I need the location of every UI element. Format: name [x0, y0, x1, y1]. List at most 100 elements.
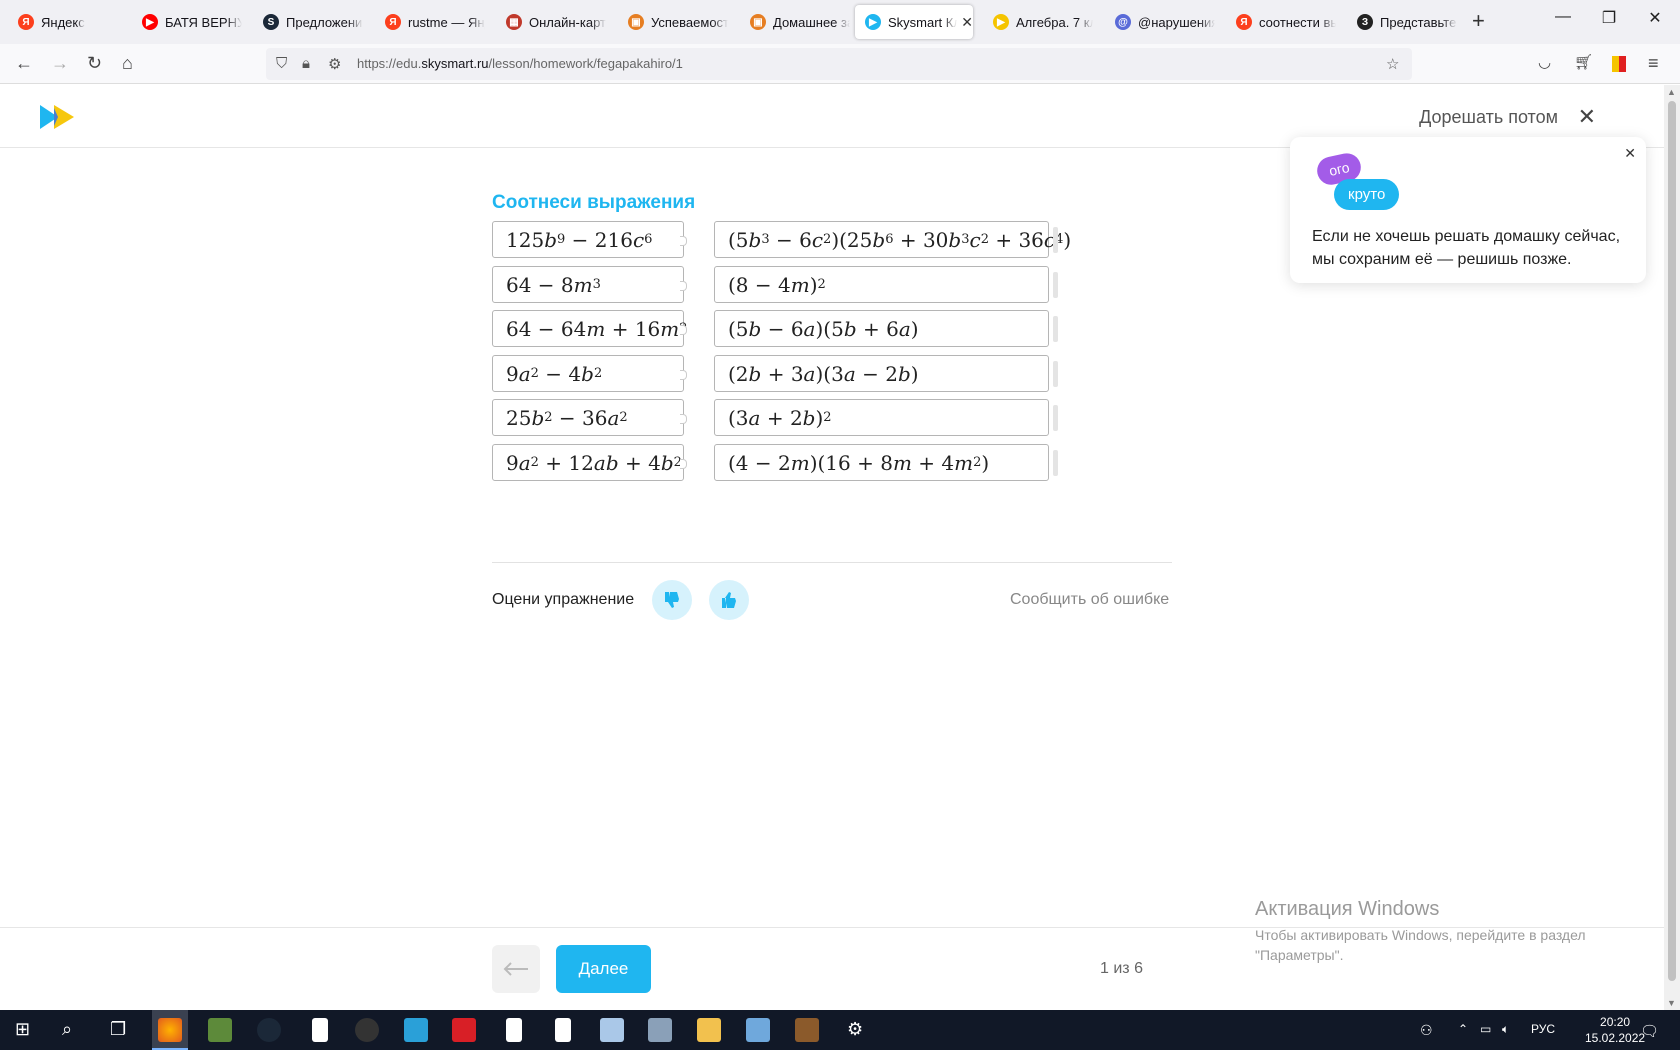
network-icon[interactable]: ▭: [1480, 1022, 1491, 1036]
left-expression-card[interactable]: 25 b 2 − 36 a 2: [492, 399, 687, 436]
lock-icon[interactable]: 🔒︎: [302, 55, 310, 72]
shield-icon[interactable]: ⛉: [276, 55, 287, 72]
left-expression-card[interactable]: 64 − 8m3: [492, 266, 687, 303]
thumbs-up-button[interactable]: [709, 580, 749, 620]
language-indicator[interactable]: РУС: [1531, 1022, 1555, 1036]
right-expression-card[interactable]: (5 b 3 − 6 c 2)(25 b 6 + 30 b 3 c 2 + 36 c 4): [714, 221, 1071, 258]
cart-icon[interactable]: 🛒︎: [1574, 53, 1593, 71]
app-icon[interactable]: [648, 1018, 672, 1042]
popup-close-icon[interactable]: ✕: [1624, 145, 1636, 162]
browser-tab[interactable]: З Представьте в: [1347, 5, 1457, 39]
scroll-thumb[interactable]: [1668, 101, 1676, 981]
firefox-icon[interactable]: [158, 1018, 182, 1042]
app-icon[interactable]: [404, 1018, 428, 1042]
drag-handle[interactable]: [1053, 316, 1058, 342]
drag-handle[interactable]: [1053, 227, 1058, 253]
left-expression-card[interactable]: 64 − 64 m + 16 m 2: [492, 310, 688, 347]
report-error-link[interactable]: Сообщить об ошибке: [1010, 591, 1169, 609]
steam-icon[interactable]: [257, 1018, 281, 1042]
page-counter: 1 из 6: [1100, 960, 1143, 977]
close-icon[interactable]: ✕: [1578, 104, 1596, 130]
left-expression-card[interactable]: 125 b 9 − 216 c 6: [492, 221, 687, 258]
drag-handle[interactable]: [1053, 272, 1058, 298]
browser-tab[interactable]: ▶ Алгебра. 7 класс: [983, 5, 1093, 39]
restore-button[interactable]: ❐: [1586, 8, 1632, 28]
tab-favicon-icon: ▦: [506, 14, 522, 30]
drag-handle[interactable]: [1053, 405, 1058, 431]
browser-tab[interactable]: Яrustme — Яндекс: [375, 5, 485, 39]
tray-chevron-icon[interactable]: ⌃: [1458, 1022, 1468, 1036]
file-icon[interactable]: [555, 1018, 571, 1042]
forward-icon[interactable]: →: [51, 53, 69, 74]
scroll-up-icon[interactable]: ▲: [1667, 87, 1676, 97]
next-button[interactable]: Далее: [556, 945, 651, 993]
drag-handle[interactable]: [1053, 361, 1058, 387]
clock[interactable]: 20:20 15.02.2022: [1585, 1014, 1645, 1046]
browser-tab[interactable]: ▣ Успеваемость: [618, 5, 728, 39]
tab-title: Skysmart Кл: [888, 14, 958, 30]
menu-icon[interactable]: ≡: [1648, 53, 1659, 74]
netflix-icon[interactable]: [452, 1018, 476, 1042]
right-expression-card[interactable]: (2 b + 3 a)(3 a − 2 b): [714, 355, 1049, 392]
tab-title: БАТЯ ВЕРНУЛСЯ: [165, 14, 242, 30]
explorer-icon[interactable]: [697, 1018, 721, 1042]
browser-tab[interactable]: ▶ БАТЯ ВЕРНУЛСЯ: [132, 5, 242, 39]
browser-tab[interactable]: Я Яндекс: [8, 5, 118, 39]
tab-close-icon[interactable]: ✕: [961, 14, 973, 31]
volume-icon[interactable]: 🔈︎: [1502, 1022, 1509, 1037]
scroll-down-icon[interactable]: ▼: [1667, 998, 1676, 1008]
task-title: Соотнеси выражения: [492, 192, 696, 213]
minecraft-icon[interactable]: [208, 1018, 232, 1042]
back-icon[interactable]: ←: [15, 53, 33, 74]
app-icon[interactable]: [795, 1018, 819, 1042]
notepad-icon[interactable]: [600, 1018, 624, 1042]
address-bar[interactable]: ⛉ 🔒︎ ⚙ https://edu.skysmart.ru/lesson/ho…: [266, 48, 1412, 80]
people-icon[interactable]: ⚇: [1420, 1022, 1433, 1039]
right-expression-card[interactable]: (8 − 4 m) 2: [714, 266, 1049, 303]
popup-text: Если не хочешь решать домашку сейчас, мы…: [1312, 228, 1621, 268]
task-view-icon[interactable]: ❐: [110, 1019, 126, 1040]
tab-title: Яндекс: [41, 14, 85, 30]
file-icon[interactable]: [506, 1018, 522, 1042]
tab-favicon-icon: Я: [385, 14, 401, 30]
start-icon[interactable]: ⊞: [15, 1019, 30, 1040]
browser-tab[interactable]: S Предложение: [253, 5, 363, 39]
drag-handle[interactable]: [1053, 450, 1058, 476]
browser-tab[interactable]: Ясоотнести выражения: [1226, 5, 1336, 39]
prev-button[interactable]: [492, 945, 540, 993]
minimize-button[interactable]: —: [1540, 8, 1586, 26]
browser-tab[interactable]: ▣ Домашнее задание: [740, 5, 850, 39]
new-tab-button[interactable]: +: [1472, 8, 1485, 34]
left-expression-card[interactable]: 9a2 − 4b2: [492, 355, 687, 392]
pocket-icon[interactable]: ◡: [1538, 53, 1551, 71]
left-expression-card[interactable]: 9a2 + 12 a b + 4b2: [492, 444, 687, 481]
reload-icon[interactable]: ↻: [87, 53, 102, 74]
file-icon[interactable]: [312, 1018, 328, 1042]
settings-icon[interactable]: ⚙: [847, 1019, 863, 1040]
tab-favicon-icon: ▣: [628, 14, 644, 30]
bookmark-star-icon[interactable]: ☆: [1386, 55, 1399, 73]
skysmart-logo-icon[interactable]: [40, 105, 76, 129]
right-expression-card[interactable]: (3 a + 2 b) 2: [714, 399, 1049, 436]
home-icon[interactable]: ⌂: [122, 53, 133, 74]
permissions-icon[interactable]: ⚙: [328, 55, 341, 73]
browser-tab[interactable]: @ @нарушения: [1105, 5, 1215, 39]
tab-favicon-icon: ▣: [750, 14, 766, 30]
app-icon[interactable]: [355, 1018, 379, 1042]
tab-favicon-icon: @: [1115, 14, 1131, 30]
right-expression-card[interactable]: (5 b − 6 a)(5 b + 6 a): [714, 310, 1049, 347]
tab-favicon-icon: З: [1357, 14, 1373, 30]
notifications-icon[interactable]: 🗨︎: [1640, 1022, 1659, 1040]
browser-tab[interactable]: ▦ Онлайн-карта: [496, 5, 606, 39]
page-scrollbar[interactable]: ▲ ▼: [1664, 85, 1680, 1010]
extension-icon[interactable]: [1612, 56, 1626, 72]
search-icon[interactable]: ⌕: [62, 1019, 72, 1040]
right-expression-card[interactable]: (4 − 2 m)(16 + 8m + 4 m 2): [714, 444, 1049, 481]
url-text[interactable]: https://edu.skysmart.ru/lesson/homework/…: [357, 56, 683, 71]
app-icon[interactable]: [746, 1018, 770, 1042]
browser-tab[interactable]: ▶ Skysmart Кл ✕: [855, 5, 973, 39]
tab-favicon-icon: ▶: [142, 14, 158, 30]
close-window-button[interactable]: ✕: [1632, 8, 1678, 28]
thumbs-down-button[interactable]: [652, 580, 692, 620]
finish-later-link[interactable]: Дорешать потом: [1419, 107, 1558, 128]
